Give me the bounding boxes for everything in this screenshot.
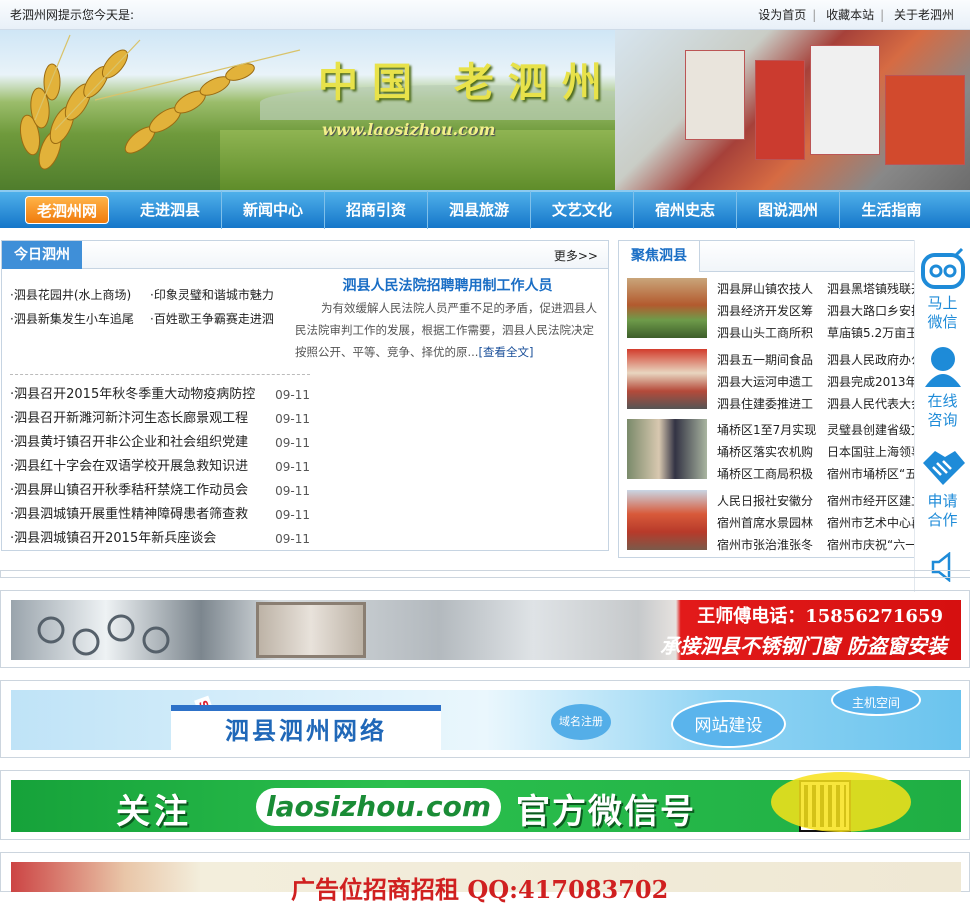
nav-history[interactable]: 宿州史志 xyxy=(634,191,737,229)
main-nav: 老泗州网 走进泗县 新闻中心 招商引资 泗县旅游 文艺文化 宿州史志 图说泗州 … xyxy=(0,190,970,229)
headline-title[interactable]: 泗县人民法院招聘聘用制工作人员 xyxy=(295,275,600,297)
list-item[interactable]: ·泗县新集发生小车追尾 xyxy=(10,307,150,331)
user-icon xyxy=(915,342,970,392)
ad-image: 关注 laosizhou.com 官方微信号 xyxy=(11,772,961,832)
network-name: 泗县泗州网络 xyxy=(171,705,441,750)
website-tag: 网站建设 xyxy=(671,700,786,748)
list-item[interactable]: 宿州市张治淮张冬 xyxy=(717,534,827,556)
ad-image: 广告位招商招租 QQ:417083702 xyxy=(11,862,961,904)
list-item[interactable]: 泗县经济开发区筹 xyxy=(717,300,827,322)
headline-article: 泗县人民法院招聘聘用制工作人员 为有效缓解人民法院人员严重不足的矛盾，促进泗县人… xyxy=(295,275,600,363)
nav-photos[interactable]: 图说泗州 xyxy=(737,191,840,229)
headline-summary: 为有效缓解人民法院人员严重不足的矛盾，促进泗县人民法院审判工作的发展，根据工作需… xyxy=(295,301,597,359)
ad-follow: 关注 xyxy=(116,792,192,832)
consult-button[interactable]: 在线咨询 xyxy=(915,342,970,442)
wechat-button[interactable]: 马上微信 xyxy=(915,240,970,342)
news-thumbnail[interactable] xyxy=(627,349,707,409)
top-bar: 老泗州网提示您今天是: 设为首页 | 收藏本站 | 关于老泗州 xyxy=(0,0,970,30)
site-url: www.laosizhou.com xyxy=(322,120,496,139)
list-item[interactable]: 人民日报社安徽分 xyxy=(717,490,827,512)
divider: | xyxy=(812,8,817,22)
list-item[interactable]: ·泗县泗城镇召开2015年新兵座谈会 09-11 xyxy=(10,527,310,551)
today-top-links: ·泗县花园井(水上商场) ·印象灵璧和谐城市魅力 ·泗县新集发生小车追尾 ·百姓歌王… xyxy=(10,283,290,331)
nav-guide[interactable]: 生活指南 xyxy=(840,191,943,229)
news-thumbnail[interactable] xyxy=(627,278,707,338)
list-item[interactable]: 埇桥区落实农机购 xyxy=(717,441,827,463)
list-item[interactable]: 泗县大运河申遗工 xyxy=(717,371,827,393)
ad-banner-wechat[interactable]: 关注 laosizhou.com 官方微信号 xyxy=(0,770,970,840)
site-title: 中国 老泗州 xyxy=(318,59,616,106)
sun-graphic xyxy=(771,772,911,832)
cooperate-button[interactable]: 申请合作 xyxy=(915,442,970,542)
door-graphic xyxy=(256,602,366,658)
list-item[interactable]: 泗县屏山镇农技人 xyxy=(717,278,827,300)
bookmark-link[interactable]: 收藏本站 xyxy=(820,8,880,22)
list-item[interactable]: ·百姓歌王争霸赛走进泗 xyxy=(150,307,290,331)
news-thumbnail[interactable] xyxy=(627,490,707,550)
divider: | xyxy=(880,8,885,22)
list-item[interactable]: ·泗县泗城镇开展重性精神障碍患者筛查救 09-11 xyxy=(10,503,310,527)
nav-tourism[interactable]: 泗县旅游 xyxy=(428,191,531,229)
handshake-icon xyxy=(915,442,970,492)
list-item[interactable]: ·泗县黄圩镇召开非公企业和社会组织党建 09-11 xyxy=(10,431,310,455)
news-list: ·泗县召开2015年秋冬季重大动物疫病防控 09-11 ·泗县召开新濉河新汴河生态… xyxy=(10,383,310,551)
list-item[interactable]: 泗县山头工商所积 xyxy=(717,322,827,344)
list-item[interactable]: 泗县五一期间食品 xyxy=(717,349,827,371)
ad-banner-network[interactable]: SALE 泗县泗州网络 域名注册 网站建设 主机空间 xyxy=(0,680,970,758)
news-thumbnail[interactable] xyxy=(627,419,707,479)
floating-sidebar: 马上微信 在线咨询 申请合作 xyxy=(914,240,970,592)
ad-official: 官方微信号 xyxy=(516,792,696,832)
ad-domain: laosizhou.com xyxy=(256,788,501,826)
ad-image: SALE 泗县泗州网络 域名注册 网站建设 主机空间 xyxy=(11,684,961,750)
date-greeting: 老泗州网提示您今天是: xyxy=(10,8,135,22)
wechat-label: 马上微信 xyxy=(927,294,958,331)
list-item[interactable]: 埇桥区工商局积极 xyxy=(717,463,827,485)
about-link[interactable]: 关于老泗州 xyxy=(888,8,960,22)
today-tab[interactable]: 今日泗州 xyxy=(2,241,82,269)
list-item[interactable]: ·印象灵璧和谐城市魅力 xyxy=(150,283,290,307)
nav-investment[interactable]: 招商引资 xyxy=(325,191,428,229)
ad-slogan: 承接泗县不锈钢门窗 防盗窗安装 xyxy=(660,634,947,658)
cooperate-label: 申请合作 xyxy=(927,492,958,529)
divider xyxy=(10,374,310,375)
nav-news[interactable]: 新闻中心 xyxy=(222,191,325,229)
nav-home[interactable]: 老泗州网 xyxy=(25,196,109,224)
set-homepage-link[interactable]: 设为首页 xyxy=(752,8,812,22)
list-item[interactable]: ·泗县花园井(水上商场) xyxy=(10,283,150,307)
list-item[interactable]: 宿州首席水景园林 xyxy=(717,512,827,534)
read-more-link[interactable]: [查看全文] xyxy=(478,345,533,359)
ad-rental-text: 广告位招商招租 QQ:417083702 xyxy=(291,875,669,904)
nav-sixian[interactable]: 走进泗县 xyxy=(119,191,222,229)
more-link[interactable]: 更多>> xyxy=(554,247,598,264)
domain-tag: 域名注册 xyxy=(551,704,611,740)
today-header: 今日泗州 更多>> xyxy=(2,241,608,269)
list-item[interactable]: 泗县住建委推进工 xyxy=(717,393,827,415)
list-item[interactable]: ·泗县屏山镇召开秋季秸秆禁烧工作动员会 09-11 xyxy=(10,479,310,503)
ad-banner-rental[interactable]: 广告位招商招租 QQ:417083702 xyxy=(0,852,970,904)
hosting-tag: 主机空间 xyxy=(831,684,921,716)
consult-label: 在线咨询 xyxy=(927,392,958,429)
robot-icon xyxy=(915,244,970,294)
city-photo xyxy=(615,30,970,190)
focus-tab[interactable]: 聚焦泗县 xyxy=(619,241,700,272)
nav-culture[interactable]: 文艺文化 xyxy=(531,191,634,229)
speaker-icon[interactable] xyxy=(915,542,970,592)
divider xyxy=(0,570,970,578)
list-item[interactable]: ·泗县召开新濉河新汴河生态长廊景观工程 09-11 xyxy=(10,407,310,431)
list-item[interactable]: ·泗县召开2015年秋冬季重大动物疫病防控 09-11 xyxy=(10,383,310,407)
ad-phone: 王师傅电话：15856271659 xyxy=(697,606,943,627)
ad-banner-doors[interactable]: 王师傅电话：15856271659 承接泗县不锈钢门窗 防盗窗安装 xyxy=(0,590,970,668)
top-links: 设为首页 | 收藏本站 | 关于老泗州 xyxy=(752,6,960,23)
list-item[interactable]: ·泗县红十字会在双语学校开展急救知识进 09-11 xyxy=(10,455,310,479)
today-panel: 今日泗州 更多>> ·泗县花园井(水上商场) ·印象灵璧和谐城市魅力 ·泗县新集发… xyxy=(1,240,609,551)
pipes-icon xyxy=(37,614,170,656)
ad-image: 王师傅电话：15856271659 承接泗县不锈钢门窗 防盗窗安装 xyxy=(11,600,961,660)
wheat-illustration xyxy=(19,34,301,170)
list-item[interactable]: 埇桥区1至7月实现 xyxy=(717,419,827,441)
header-banner: 中国 老泗州 www.laosizhou.com xyxy=(0,30,970,190)
